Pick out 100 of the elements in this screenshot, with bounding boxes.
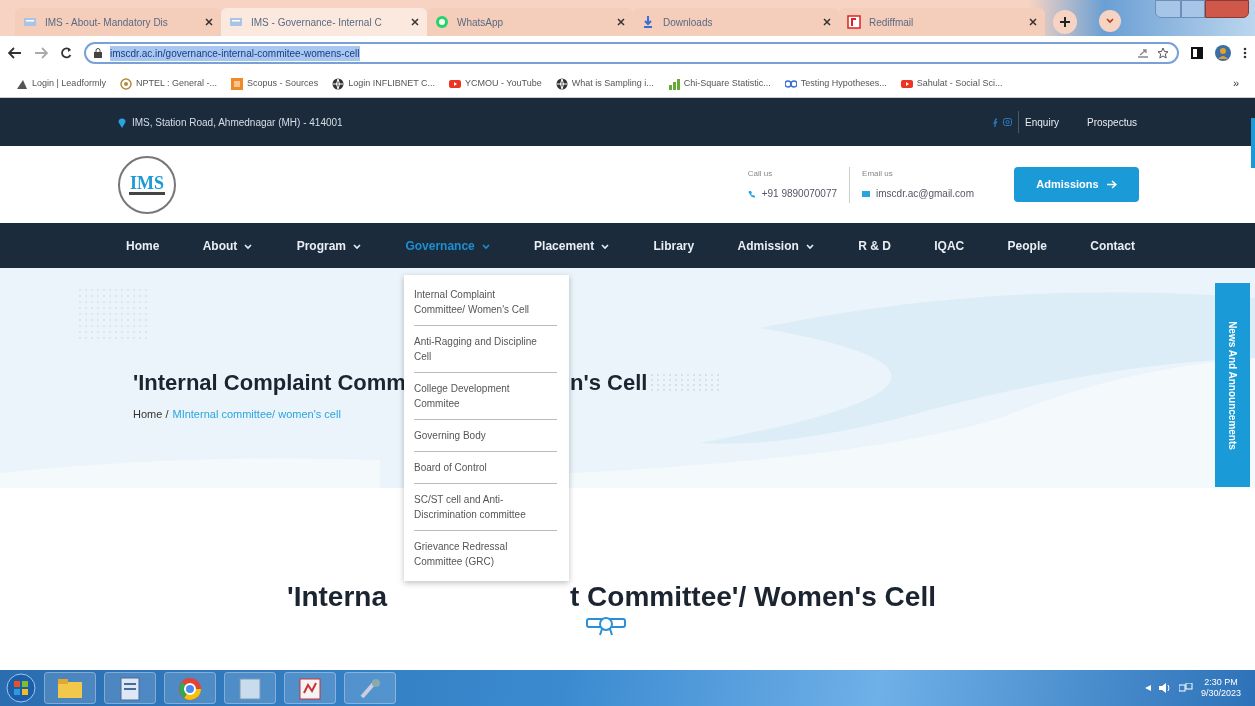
clock-date: 9/30/2023 xyxy=(1200,688,1241,699)
logo-text: IMS xyxy=(130,173,164,192)
address-text: IMS, Station Road, Ahmednagar (MH) - 414001 xyxy=(132,115,343,130)
dropdown-item[interactable]: Grievance Redressal Committee (GRC) xyxy=(414,531,557,577)
phone-icon xyxy=(747,189,756,198)
nav-item[interactable]: People xyxy=(1007,236,1047,255)
more-bookmarks-button[interactable]: » xyxy=(1232,75,1239,92)
browser-tab[interactable]: Rediffmail xyxy=(839,8,1045,36)
side-panel-icon xyxy=(1191,47,1203,59)
reload-icon[interactable] xyxy=(60,47,72,59)
minimize-button[interactable] xyxy=(1155,0,1181,18)
maximize-button[interactable] xyxy=(1181,0,1205,18)
taskbar-button[interactable] xyxy=(224,672,276,704)
breadcrumb-link[interactable]: Home / xyxy=(133,406,169,423)
emblem-icon xyxy=(119,77,132,90)
clock-time: 2:30 PM xyxy=(1204,677,1238,688)
close-icon xyxy=(1029,18,1037,26)
bookmark[interactable]: NPTEL : General -... xyxy=(119,76,218,91)
close-icon xyxy=(205,18,213,26)
caret-icon xyxy=(1105,16,1115,26)
taskbar-button[interactable] xyxy=(104,672,156,704)
close-icon xyxy=(823,18,831,26)
browser-tab[interactable]: IMS - About- Mandatory Dis xyxy=(15,8,221,36)
close-icon xyxy=(617,18,625,26)
bookmark[interactable]: Chi-Square Statistic... xyxy=(667,76,771,91)
globe-icon xyxy=(555,77,568,90)
contact-value: imscdr.ac@gmail.com xyxy=(876,187,974,201)
close-window-button[interactable] xyxy=(1205,0,1249,18)
taskbar-button[interactable] xyxy=(44,672,96,704)
page-title: n's Cell xyxy=(570,369,648,397)
nav-item[interactable]: Program xyxy=(296,236,363,255)
logo-band-icon xyxy=(129,191,165,196)
camera-icon xyxy=(1003,118,1013,126)
bar-chart-icon xyxy=(667,77,680,90)
nav-item[interactable]: Library xyxy=(653,236,695,255)
dropdown-item[interactable]: Governing Body xyxy=(414,420,557,452)
bookmark[interactable]: Login | Leadformly xyxy=(16,76,106,91)
bookmark[interactable]: Sahulat - Social Sci... xyxy=(900,76,1003,91)
lock-icon xyxy=(94,48,102,58)
letter-r-icon xyxy=(847,15,861,29)
nav-item[interactable]: IQAC xyxy=(934,236,965,255)
menu-icon xyxy=(1243,47,1247,59)
facebook-icon xyxy=(992,117,998,127)
close-icon xyxy=(411,18,419,26)
nav-item[interactable]: Admission xyxy=(737,236,815,255)
mail-icon xyxy=(862,189,871,198)
download-icon xyxy=(641,15,655,29)
url-text: imscdr.ac.in/governance-internal-commitee-womens-cell xyxy=(110,45,360,61)
tab-search-button[interactable] xyxy=(1099,10,1121,32)
chevron-down-icon xyxy=(480,241,491,250)
bookmark[interactable]: Login INFLIBNET C... xyxy=(332,76,435,91)
contact-value: +91 9890070077 xyxy=(761,187,838,201)
bookmark[interactable]: What is Sampling i... xyxy=(555,76,654,91)
taskbar-button[interactable] xyxy=(164,672,216,704)
square-icon xyxy=(231,77,244,90)
top-link[interactable]: Prospectus xyxy=(1086,114,1137,130)
nav-item[interactable]: Governance xyxy=(405,236,491,255)
share-icon xyxy=(1137,47,1149,59)
forward-arrow-icon[interactable] xyxy=(34,47,48,59)
star-icon xyxy=(1157,47,1169,59)
section-heading: 'Interna xyxy=(287,580,389,614)
back-arrow-icon[interactable] xyxy=(8,47,22,59)
bookmark[interactable]: YCMOU - YouTube xyxy=(449,76,542,91)
globe-icon xyxy=(332,77,345,90)
contact-label: Call us xyxy=(747,168,774,180)
address-bar[interactable]: imscdr.ac.in/governance-internal-commitee-womens-cell xyxy=(84,42,1179,64)
page-icon xyxy=(229,15,243,29)
ribbon-icon xyxy=(586,616,626,636)
nav-item[interactable]: About xyxy=(202,236,254,255)
taskbar-button[interactable] xyxy=(344,672,396,704)
taskbar-button[interactable] xyxy=(284,672,336,704)
new-tab-button[interactable] xyxy=(1053,10,1077,34)
breadcrumb-current: MInternal committee/ women's cell xyxy=(172,407,341,422)
nav-item[interactable]: Placement xyxy=(534,236,611,255)
nav-item[interactable]: R & D xyxy=(858,236,891,255)
plus-icon xyxy=(1059,16,1071,28)
dropdown-item[interactable]: Anti-Ragging and Discipline Cell xyxy=(414,326,557,373)
contact-label: Email us xyxy=(862,168,894,180)
dropdown-item[interactable]: SC/ST cell and Anti-Discrimination committee xyxy=(414,484,557,531)
start-orb-icon[interactable] xyxy=(6,673,36,703)
arrow-right-icon xyxy=(1106,180,1117,189)
page-icon xyxy=(23,15,37,29)
bookmark[interactable]: Scopus - Sources xyxy=(231,76,319,91)
chevron-down-icon xyxy=(352,241,363,250)
chevron-down-icon xyxy=(804,241,815,250)
bookmark[interactable]: Testing Hypotheses... xyxy=(784,76,887,91)
location-pin-icon xyxy=(118,116,126,128)
section-heading: t Committee'/ Women's Cell xyxy=(570,580,936,614)
dropdown-item[interactable]: Board of Control xyxy=(414,452,557,484)
dropdown-item[interactable]: College Development Commitee xyxy=(414,373,557,420)
play-icon xyxy=(449,77,461,90)
browser-tab[interactable]: WhatsApp xyxy=(427,8,633,36)
nav-item[interactable]: Contact xyxy=(1090,236,1135,255)
dropdown-item[interactable]: Internal Complaint Committee/ Women's Cell xyxy=(414,279,557,326)
page-title: 'Internal Complaint Comm xyxy=(133,369,406,397)
browser-tab[interactable]: IMS - Governance- Internal C xyxy=(221,8,427,36)
nav-item[interactable]: Home xyxy=(126,236,160,255)
top-link[interactable]: Enquiry xyxy=(1025,114,1059,130)
network-icon xyxy=(1178,683,1193,693)
browser-tab[interactable]: Downloads xyxy=(633,8,839,36)
